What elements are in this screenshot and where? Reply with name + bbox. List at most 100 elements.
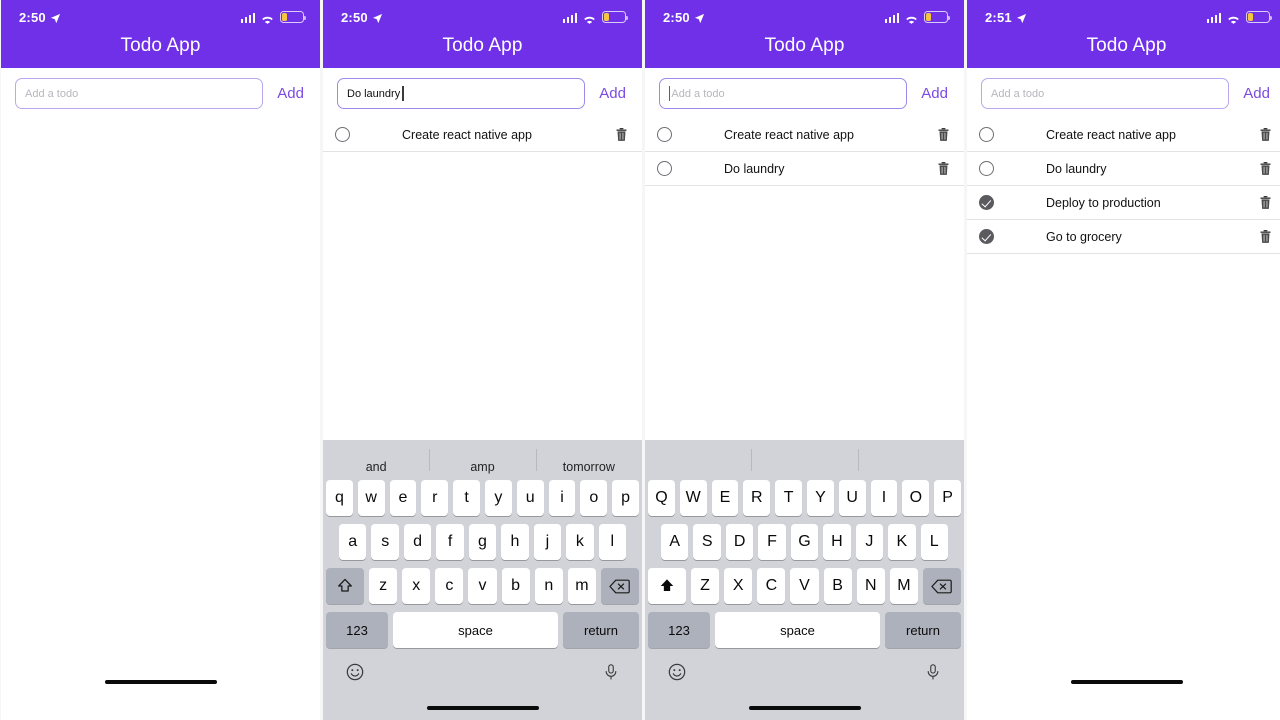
todo-label[interactable]: Do laundry: [1046, 162, 1259, 176]
todo-label[interactable]: Do laundry: [724, 162, 937, 176]
todo-input[interactable]: Add a todo: [15, 78, 264, 109]
space-key[interactable]: space: [393, 612, 558, 648]
key-Z[interactable]: Z: [691, 568, 720, 604]
key-T[interactable]: T: [775, 480, 802, 516]
trash-icon[interactable]: [615, 127, 628, 142]
todo-label[interactable]: Create react native app: [724, 128, 937, 142]
suggestion-item[interactable]: tomorrow: [535, 447, 642, 474]
key-K[interactable]: K: [888, 524, 916, 560]
todo-label[interactable]: Create react native app: [402, 128, 615, 142]
shift-icon[interactable]: [648, 568, 686, 604]
backspace-icon[interactable]: [922, 568, 961, 604]
circle-unchecked-icon[interactable]: [657, 127, 672, 142]
trash-icon[interactable]: [1259, 161, 1272, 176]
key-W[interactable]: W: [679, 480, 707, 516]
key-E[interactable]: E: [711, 480, 739, 516]
key-h[interactable]: h: [501, 524, 529, 560]
suggestion-item[interactable]: amp: [429, 447, 535, 474]
key-O[interactable]: O: [902, 480, 930, 516]
key-J[interactable]: J: [855, 524, 884, 560]
key-w[interactable]: w: [357, 480, 385, 516]
key-D[interactable]: D: [725, 524, 754, 560]
numeric-key[interactable]: 123: [648, 612, 710, 648]
key-B[interactable]: B: [823, 568, 852, 604]
circle-checked-icon[interactable]: [979, 229, 994, 244]
key-F[interactable]: F: [758, 524, 786, 560]
key-S[interactable]: S: [693, 524, 721, 560]
suggestion-item[interactable]: and: [323, 447, 429, 474]
suggestion-item[interactable]: [645, 447, 751, 473]
key-d[interactable]: d: [403, 524, 432, 560]
emoji-icon[interactable]: [667, 662, 687, 687]
key-P[interactable]: P: [934, 480, 961, 516]
add-button[interactable]: Add: [907, 85, 950, 102]
circle-unchecked-icon[interactable]: [979, 127, 994, 142]
return-key[interactable]: return: [563, 612, 639, 648]
space-key[interactable]: space: [715, 612, 880, 648]
key-L[interactable]: L: [920, 524, 948, 560]
suggestion-item[interactable]: [857, 447, 964, 473]
trash-icon[interactable]: [1259, 229, 1272, 244]
key-r[interactable]: r: [421, 480, 449, 516]
home-indicator[interactable]: [426, 705, 539, 711]
key-c[interactable]: c: [435, 568, 464, 604]
todo-label[interactable]: Go to grocery: [1046, 230, 1259, 244]
key-f[interactable]: f: [436, 524, 464, 560]
key-s[interactable]: s: [371, 524, 399, 560]
trash-icon[interactable]: [1259, 127, 1272, 142]
todo-input[interactable]: Do laundry: [337, 78, 586, 109]
home-indicator[interactable]: [1070, 679, 1183, 685]
key-p[interactable]: p: [612, 480, 639, 516]
return-key[interactable]: return: [885, 612, 961, 648]
todo-label[interactable]: Create react native app: [1046, 128, 1259, 142]
key-G[interactable]: G: [790, 524, 819, 560]
emoji-icon[interactable]: [345, 662, 365, 687]
microphone-icon[interactable]: [924, 662, 942, 687]
key-g[interactable]: g: [468, 524, 497, 560]
microphone-icon[interactable]: [602, 662, 620, 687]
circle-unchecked-icon[interactable]: [979, 161, 994, 176]
key-u[interactable]: u: [516, 480, 544, 516]
key-M[interactable]: M: [889, 568, 918, 604]
key-i[interactable]: i: [548, 480, 576, 516]
key-j[interactable]: j: [533, 524, 562, 560]
trash-icon[interactable]: [1259, 195, 1272, 210]
trash-icon[interactable]: [937, 161, 950, 176]
add-button[interactable]: Add: [263, 85, 306, 102]
key-v[interactable]: v: [468, 568, 497, 604]
key-b[interactable]: b: [501, 568, 530, 604]
key-X[interactable]: X: [724, 568, 753, 604]
key-y[interactable]: y: [485, 480, 512, 516]
key-U[interactable]: U: [838, 480, 866, 516]
key-Y[interactable]: Y: [807, 480, 834, 516]
key-Q[interactable]: Q: [648, 480, 675, 516]
key-V[interactable]: V: [790, 568, 819, 604]
key-o[interactable]: o: [580, 480, 608, 516]
key-N[interactable]: N: [856, 568, 885, 604]
key-a[interactable]: a: [339, 524, 367, 560]
todo-input[interactable]: Add a todo: [659, 78, 908, 109]
key-q[interactable]: q: [326, 480, 353, 516]
suggestion-item[interactable]: [751, 447, 857, 473]
circle-checked-icon[interactable]: [979, 195, 994, 210]
todo-input[interactable]: Add a todo: [981, 78, 1230, 109]
add-button[interactable]: Add: [1229, 85, 1272, 102]
numeric-key[interactable]: 123: [326, 612, 388, 648]
key-R[interactable]: R: [743, 480, 771, 516]
key-A[interactable]: A: [661, 524, 689, 560]
key-m[interactable]: m: [567, 568, 596, 604]
key-I[interactable]: I: [870, 480, 898, 516]
circle-unchecked-icon[interactable]: [335, 127, 350, 142]
shift-icon[interactable]: [326, 568, 364, 604]
key-t[interactable]: t: [453, 480, 480, 516]
todo-label[interactable]: Deploy to production: [1046, 196, 1259, 210]
circle-unchecked-icon[interactable]: [657, 161, 672, 176]
add-button[interactable]: Add: [585, 85, 628, 102]
key-n[interactable]: n: [534, 568, 563, 604]
key-k[interactable]: k: [566, 524, 594, 560]
key-x[interactable]: x: [402, 568, 431, 604]
key-e[interactable]: e: [389, 480, 417, 516]
key-C[interactable]: C: [757, 568, 786, 604]
key-H[interactable]: H: [823, 524, 851, 560]
key-l[interactable]: l: [598, 524, 626, 560]
